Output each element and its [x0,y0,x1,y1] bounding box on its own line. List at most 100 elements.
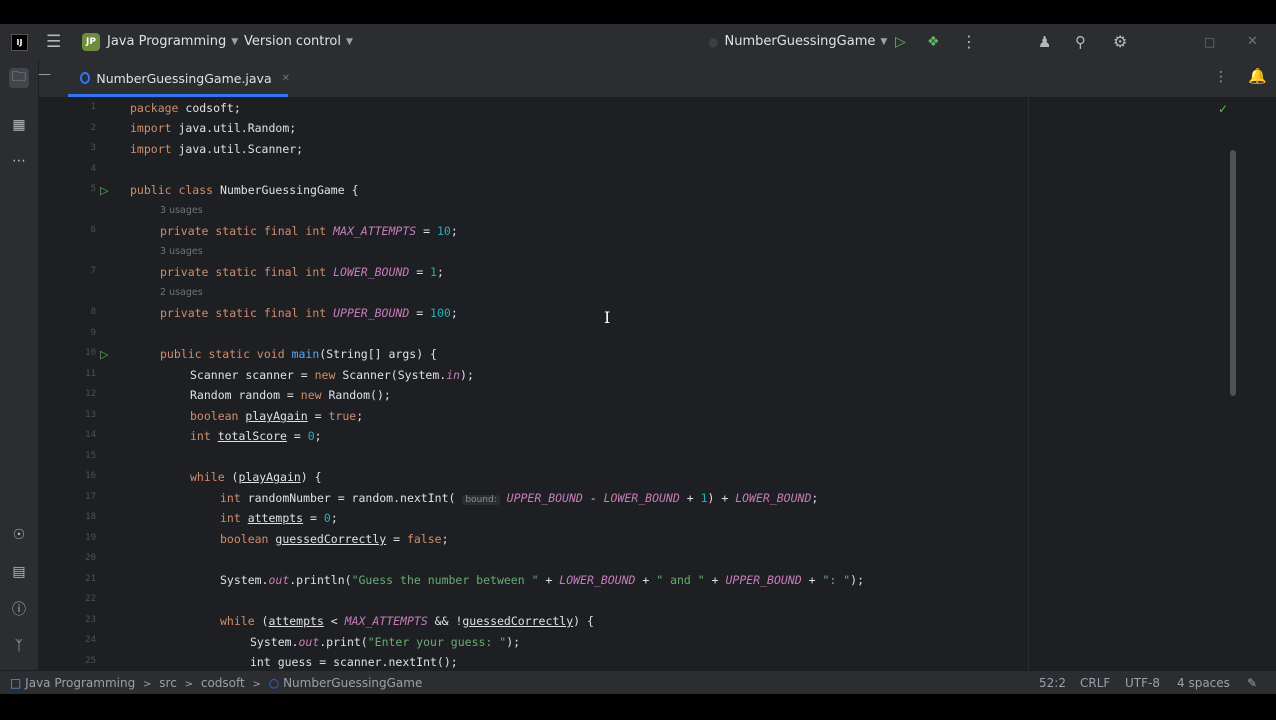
code-line-23: while (attempts < MAX_ATTEMPTS && !guess… [220,614,594,628]
structure-icon[interactable]: ▦ [9,115,29,135]
debug-bug-icon: ❖ [927,33,940,50]
status-bar: □ Java Programming > src > codsoft > ○ N… [0,670,1276,694]
project-name: Java Programming [107,34,227,49]
project-switcher[interactable]: JP Java Programming ▼ [82,24,238,59]
line-number-gutter[interactable]: 1 2 3 4 5 6 7 8 9 10 11 12 13 14 15 16 1… [38,98,122,670]
title-bar: IJ ☰ JP Java Programming ▼ Version contr… [0,24,1276,59]
close-tab-icon[interactable]: ✕ [282,73,290,84]
line-number: 23 [85,615,96,625]
close-icon: ✕ [1247,34,1258,49]
tab-number-guessing-game[interactable]: NumberGuessingGame.java ✕ [68,59,290,97]
services-icon[interactable]: ☉ [9,525,29,545]
debug-button[interactable]: ❖ [927,24,940,59]
class-icon: ○ [268,676,280,690]
breadcrumb: □ Java Programming > src > codsoft > ○ N… [10,671,422,694]
main-menu-button[interactable]: ☰ [46,24,61,59]
code-area[interactable]: package codsoft; import java.util.Random… [130,98,1230,670]
code-line-19: boolean guessedCorrectly = false; [220,532,449,546]
code-line-25: int guess = scanner.nextInt(); [250,655,458,669]
no-problems-check-icon[interactable]: ✓ [1218,102,1228,116]
caret-position[interactable]: 52:2 [1039,671,1066,694]
terminal-icon[interactable]: ▤ [9,562,29,582]
read-only-lock-icon[interactable]: ✎ [1247,671,1257,694]
breadcrumb-item-project[interactable]: Java Programming [25,676,135,690]
line-separator[interactable]: CRLF [1080,671,1110,694]
line-number: 15 [85,451,96,461]
user-icon: ♟ [1038,32,1052,51]
minimize-button[interactable]: □ [1204,24,1215,59]
line-number: 18 [85,512,96,522]
settings-button[interactable]: ⚙ [1113,24,1127,59]
breadcrumb-separator: > [184,679,194,690]
parameter-hint: bound: [462,495,500,505]
vertical-scrollbar-thumb[interactable] [1230,150,1236,396]
code-line-21: System.out.println("Guess the number bet… [220,573,864,587]
code-line-3: import java.util.Scanner; [130,142,304,156]
git-branch-icon[interactable]: ᛉ [9,636,29,656]
gear-icon: ⚙ [1113,32,1128,51]
line-number: 9 [90,328,96,338]
usages-hint[interactable]: 2 usages [160,285,203,301]
run-config-name: NumberGuessingGame [724,34,876,49]
run-class-gutter-icon[interactable]: ▷ [100,184,108,197]
version-control-label: Version control [244,34,341,49]
tab-options-icon[interactable]: ⋮ [1214,69,1228,85]
close-window-button[interactable]: ✕ [1247,24,1258,59]
code-line-6: private static final int MAX_ATTEMPTS = … [160,224,458,238]
ide-window: IJ ☰ JP Java Programming ▼ Version contr… [0,24,1276,694]
more-tools-icon[interactable]: ⋯ [9,151,29,171]
breadcrumb-item-src[interactable]: src [159,676,177,690]
breadcrumb-item-package[interactable]: codsoft [201,676,245,690]
code-line-2: import java.util.Random; [130,121,297,135]
project-view-folder-icon[interactable]: 🗀 [9,68,29,88]
file-encoding[interactable]: UTF-8 [1125,671,1160,694]
line-number: 21 [85,574,96,584]
code-with-me-button[interactable]: ♟ [1038,24,1051,59]
notifications-icon[interactable]: 🔔 [1248,67,1267,85]
code-line-5: public class NumberGuessingGame { [130,183,359,197]
chevron-down-icon: ▼ [346,36,353,47]
collapse-icon[interactable]: — [38,67,51,82]
run-button[interactable]: ▷ [895,24,906,59]
version-control-menu[interactable]: Version control ▼ [244,24,353,59]
code-line-12: Random random = new Random(); [190,388,391,402]
run-main-gutter-icon[interactable]: ▷ [100,348,108,361]
code-line-24: System.out.print("Enter your guess: "); [250,635,521,649]
line-number: 12 [85,389,96,399]
run-icon: ▷ [895,33,906,50]
code-line-17: int randomNumber = random.nextInt( bound… [220,491,819,505]
line-number: 1 [90,102,96,112]
run-configuration-selector[interactable]: ● NumberGuessingGame ▼ [708,24,887,59]
line-number: 14 [85,430,96,440]
line-number: 17 [85,492,96,502]
code-editor[interactable]: 1 2 3 4 5 6 7 8 9 10 11 12 13 14 15 16 1… [38,98,1276,670]
line-number: 3 [90,143,96,153]
active-tab-indicator [68,94,288,97]
line-number: 25 [85,656,96,666]
line-number: 5 [90,184,96,194]
code-line-1: package codsoft; [130,101,241,115]
line-number: 16 [85,471,96,481]
vcs-widget-icon: □ [10,676,22,690]
usages-hint[interactable]: 3 usages [160,244,203,260]
text-cursor-icon: I [604,308,611,327]
java-class-icon [80,72,91,84]
indent-setting[interactable]: 4 spaces [1177,671,1230,694]
right-margin-guide [1028,98,1029,670]
more-vertical-icon: ⋮ [961,32,977,51]
intellij-logo[interactable]: IJ [11,34,28,51]
problems-icon[interactable]: ⓘ [9,599,29,619]
usages-hint[interactable]: 3 usages [160,203,203,219]
editor-tab-bar: NumberGuessingGame.java ✕ ⋮ 🔔 [0,59,1276,98]
breadcrumb-separator: > [143,679,152,690]
code-line-10: public static void main(String[] args) { [160,347,437,361]
line-number: 2 [90,123,96,133]
line-number: 19 [85,533,96,543]
more-actions-button[interactable]: ⋮ [961,24,977,59]
code-line-18: int attempts = 0; [220,511,338,525]
search-everywhere-button[interactable]: ⚲ [1075,24,1086,59]
chevron-down-icon: ▼ [880,36,888,47]
code-line-11: Scanner scanner = new Scanner(System.in)… [190,368,474,382]
breadcrumb-item-class[interactable]: NumberGuessingGame [283,676,422,690]
line-number: 20 [85,553,96,563]
